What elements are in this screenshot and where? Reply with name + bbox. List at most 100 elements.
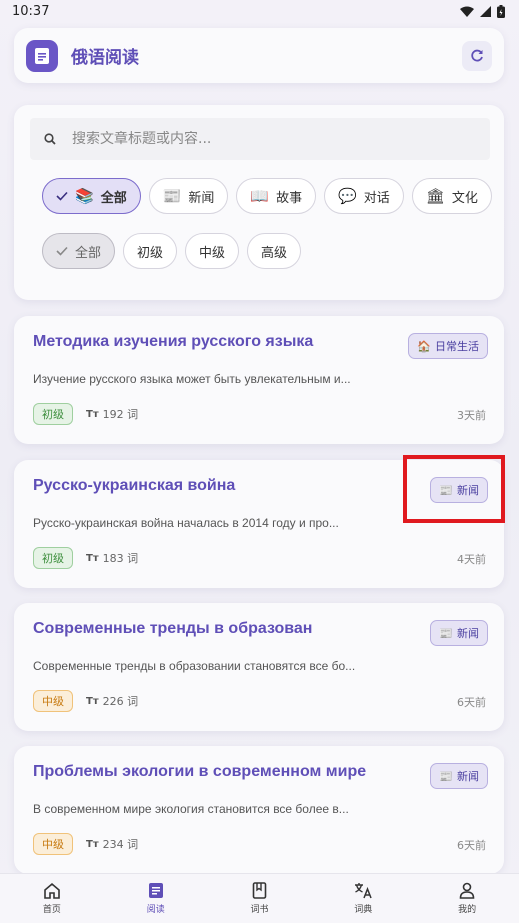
chip-label: 中级 xyxy=(199,245,226,261)
chip-label: 新闻 xyxy=(188,190,215,206)
level-chip-all[interactable]: 全部 xyxy=(42,233,116,269)
category-badge[interactable]: 📰 新闻 xyxy=(430,477,488,503)
word-count: Tт 234 词 xyxy=(86,836,138,852)
word-count-value: 183 词 xyxy=(102,552,139,565)
article-card[interactable]: Методика изучения русского языка 🏠 日常生活 … xyxy=(14,316,504,444)
book-icon xyxy=(252,882,267,899)
wifi-icon xyxy=(460,6,474,17)
badge-label: 新闻 xyxy=(457,627,479,640)
category-chip-culture[interactable]: 🏛 文化 xyxy=(411,178,492,214)
app-title: 俄语阅读 xyxy=(71,48,139,68)
reading-icon xyxy=(148,883,163,898)
article-card[interactable]: Русско-украинская война 📰 新闻 Русско-укра… xyxy=(14,460,504,588)
museum-icon: 🏛 xyxy=(425,187,445,205)
category-chip-story[interactable]: 📖 故事 xyxy=(236,178,317,214)
article-time: 6天前 xyxy=(457,696,486,709)
word-count-value: 226 词 xyxy=(102,695,139,708)
text-size-icon: Tт xyxy=(86,552,99,564)
article-title: Русско-украинская война xyxy=(33,477,236,494)
status-time: 10:37 xyxy=(12,3,50,19)
home-icon xyxy=(44,882,60,899)
newspaper-icon: 📰 xyxy=(439,626,453,640)
level-chip-advanced[interactable]: 高级 xyxy=(247,233,302,269)
article-card[interactable]: Проблемы экологии в современном мире 📰 新… xyxy=(14,746,504,874)
search-icon xyxy=(44,133,56,145)
nav-item-reading[interactable]: 阅读 xyxy=(104,874,208,923)
text-size-icon: Tт xyxy=(86,695,99,707)
word-count: Tт 192 词 xyxy=(86,406,138,422)
nav-item-home[interactable]: 首页 xyxy=(0,874,104,923)
article-title: Методика изучения русского языка xyxy=(33,333,314,350)
chip-label: 全部 xyxy=(75,245,102,261)
article-title: Проблемы экологии в современном мире xyxy=(33,763,367,780)
article-snippet: Изучение русского языка может быть увлек… xyxy=(33,372,351,386)
newspaper-icon: 📰 xyxy=(439,483,453,497)
article-snippet: Русско-украинская война началась в 2014 … xyxy=(33,516,339,530)
nav-item-dictionary[interactable]: 词典 xyxy=(311,874,415,923)
nav-label: 词书 xyxy=(250,905,269,915)
chip-label: 全部 xyxy=(100,190,127,206)
level-tag: 中级 xyxy=(33,690,73,712)
article-snippet: В современном мире экология становится в… xyxy=(33,802,349,816)
nav-label: 我的 xyxy=(458,905,477,915)
newspaper-icon: 📰 xyxy=(162,187,182,205)
bottom-nav: 首页 阅读 词书 词典 我的 xyxy=(0,873,519,923)
text-size-icon: Tт xyxy=(86,838,99,850)
nav-item-wordbook[interactable]: 词书 xyxy=(208,874,312,923)
checkmark-icon xyxy=(56,246,68,256)
nav-label: 阅读 xyxy=(146,905,165,915)
status-icons xyxy=(460,4,505,18)
app-header: 俄语阅读 xyxy=(14,28,504,83)
level-tag: 初级 xyxy=(33,403,73,425)
article-time: 4天前 xyxy=(457,553,486,566)
books-icon: 📚 xyxy=(75,187,94,205)
chip-label: 对话 xyxy=(363,190,390,206)
word-count: Tт 226 词 xyxy=(86,693,138,709)
open-book-icon: 📖 xyxy=(250,187,270,205)
nav-label: 首页 xyxy=(42,905,61,915)
translate-icon xyxy=(354,883,372,899)
article-time: 6天前 xyxy=(457,839,486,852)
battery-icon xyxy=(497,4,505,18)
signal-icon xyxy=(480,5,491,17)
chip-label: 初级 xyxy=(137,245,164,261)
status-bar: 10:37 xyxy=(0,0,519,22)
nav-label: 词典 xyxy=(354,905,373,915)
chip-label: 故事 xyxy=(276,190,303,206)
category-badge[interactable]: 📰 新闻 xyxy=(430,620,488,646)
badge-label: 新闻 xyxy=(457,484,479,497)
filter-panel: 📚 全部 📰 新闻 📖 故事 💬 对话 🏛 文化 全部 初级 中级 高级 xyxy=(14,105,504,300)
word-count: Tт 183 词 xyxy=(86,550,138,566)
house-icon: 🏠 xyxy=(417,339,431,353)
level-tag: 初级 xyxy=(33,547,73,569)
category-chip-all[interactable]: 📚 全部 xyxy=(42,178,141,214)
chip-label: 高级 xyxy=(261,245,288,261)
category-badge[interactable]: 🏠 日常生活 xyxy=(408,333,488,359)
profile-icon xyxy=(459,882,475,899)
level-chip-intermediate[interactable]: 中级 xyxy=(185,233,240,269)
text-size-icon: Tт xyxy=(86,408,99,420)
article-snippet: Современные тренды в образовании становя… xyxy=(33,659,356,673)
search-bar[interactable] xyxy=(30,118,490,160)
category-chip-news[interactable]: 📰 新闻 xyxy=(148,178,229,214)
refresh-icon xyxy=(471,49,483,61)
word-count-value: 234 词 xyxy=(102,838,139,851)
badge-label: 日常生活 xyxy=(435,340,479,353)
category-chips: 📚 全部 📰 新闻 📖 故事 💬 对话 🏛 文化 xyxy=(42,178,492,214)
nav-item-profile[interactable]: 我的 xyxy=(415,874,519,923)
document-icon xyxy=(26,39,58,72)
checkmark-icon xyxy=(56,191,68,201)
article-card[interactable]: Современные тренды в образован 📰 新闻 Совр… xyxy=(14,603,504,731)
word-count-value: 192 词 xyxy=(102,408,139,421)
badge-label: 新闻 xyxy=(457,770,479,783)
category-badge[interactable]: 📰 新闻 xyxy=(430,763,488,789)
category-chip-dialogue[interactable]: 💬 对话 xyxy=(324,178,404,214)
speech-bubble-icon: 💬 xyxy=(338,187,357,205)
chip-label: 文化 xyxy=(451,190,478,206)
level-chips: 全部 初级 中级 高级 xyxy=(42,233,302,269)
level-chip-beginner[interactable]: 初级 xyxy=(123,233,178,269)
newspaper-icon: 📰 xyxy=(439,769,453,783)
article-time: 3天前 xyxy=(457,409,486,422)
search-input[interactable] xyxy=(72,131,472,147)
refresh-button[interactable] xyxy=(462,40,492,71)
